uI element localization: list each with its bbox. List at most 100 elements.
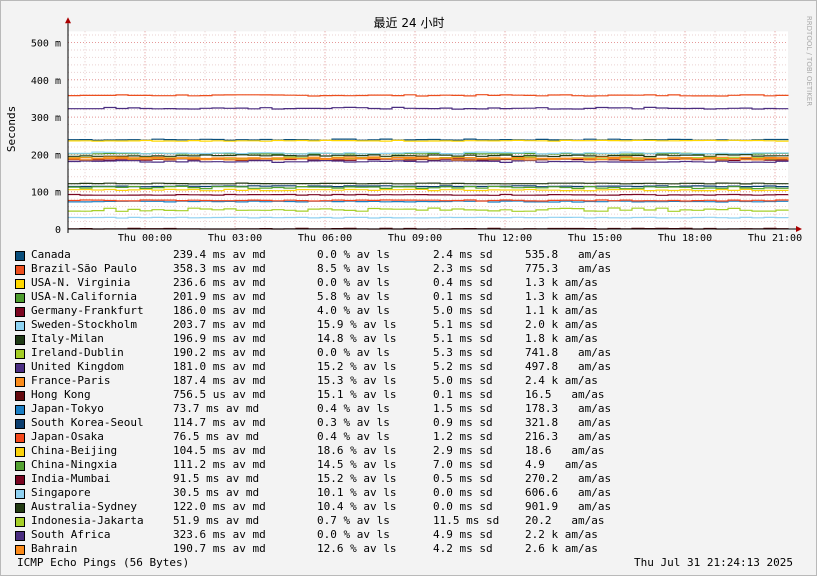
legend-sd: 1.5 ms sd	[433, 402, 493, 415]
legend-amas: 16.5 am/as	[525, 388, 605, 401]
legend-avg: 76.5 ms av md	[173, 430, 260, 443]
legend-name: France-Paris	[31, 374, 111, 387]
legend-swatch	[15, 447, 25, 457]
legend-swatch	[15, 321, 25, 331]
series-line-2	[68, 139, 789, 142]
legend-swatch	[15, 279, 25, 289]
legend-name: China-Ningxia	[31, 458, 118, 471]
latency-chart: 0 100 m 200 m 300 m 400 m 500 m Thu 00:00 Thu 0…	[5, 16, 813, 244]
legend-amas: 2.2 k am/as	[525, 528, 598, 541]
y-axis-arrow	[65, 17, 71, 24]
series-line-17	[68, 216, 789, 219]
legend-sd: 11.5 ms sd	[433, 514, 500, 527]
legend-name: South Korea-Seoul	[31, 416, 144, 429]
legend-sd: 5.1 ms sd	[433, 332, 493, 345]
y-tick-label: 400 m	[31, 76, 61, 87]
footer-title: ICMP Echo Pings (56 Bytes)	[17, 556, 190, 569]
series-line-14	[68, 188, 789, 192]
legend-loss: 0.0 % av ls	[317, 276, 390, 289]
legend-sd: 0.0 ms sd	[433, 500, 493, 513]
legend-loss: 0.0 % av ls	[317, 248, 390, 261]
legend-loss: 0.7 % av ls	[317, 514, 390, 527]
legend-loss: 15.2 % av ls	[317, 360, 397, 373]
legend-swatch	[15, 335, 25, 345]
legend-name: Indonesia-Jakarta	[31, 514, 144, 527]
legend-sd: 4.2 ms sd	[433, 542, 493, 555]
legend-swatch	[15, 531, 25, 541]
legend-amas: 1.8 k am/as	[525, 332, 598, 345]
legend-name: India-Mumbai	[31, 472, 111, 485]
legend-swatch	[15, 517, 25, 527]
legend-avg: 190.7 ms av md	[173, 542, 266, 555]
legend-amas: 18.6 am/as	[525, 444, 605, 457]
legend-loss: 15.9 % av ls	[317, 318, 397, 331]
legend-name: Germany-Frankfurt	[31, 304, 144, 317]
legend-swatch	[15, 503, 25, 513]
y-axis-label: Seconds	[5, 106, 18, 152]
legend-avg: 122.0 ms av md	[173, 500, 266, 513]
legend-amas: 270.2 am/as	[525, 472, 612, 485]
y-tick-label: 500 m	[31, 39, 61, 50]
legend-sd: 5.0 ms sd	[433, 304, 493, 317]
x-axis-arrow	[796, 226, 802, 232]
legend-amas: 20.2 am/as	[525, 514, 605, 527]
legend-loss: 0.3 % av ls	[317, 416, 390, 429]
legend-avg: 114.7 ms av md	[173, 416, 266, 429]
legend-avg: 203.7 ms av md	[173, 318, 266, 331]
series-line-18	[68, 182, 789, 185]
legend-loss: 8.5 % av ls	[317, 262, 390, 275]
legend-name: Japan-Osaka	[31, 430, 104, 443]
legend-amas: 901.9 am/as	[525, 500, 612, 513]
x-tick-label: Thu 06:00	[298, 233, 352, 244]
legend-avg: 51.9 ms av md	[173, 514, 260, 527]
legend-swatch	[15, 363, 25, 373]
legend-amas: 1.1 k am/as	[525, 304, 598, 317]
legend-name: Bahrain	[31, 542, 78, 555]
legend-loss: 4.0 % av ls	[317, 304, 390, 317]
legend-sd: 0.5 ms sd	[433, 472, 493, 485]
legend-amas: 4.9 am/as	[525, 458, 598, 471]
x-tick-label: Thu 03:00	[208, 233, 262, 244]
chart-title: 最近 24 小时	[374, 16, 445, 30]
y-tick-label: 300 m	[31, 113, 61, 124]
legend-avg: 358.3 ms av md	[173, 262, 266, 275]
legend-name: Hong Kong	[31, 388, 91, 401]
legend-sd: 2.3 ms sd	[433, 262, 493, 275]
legend-loss: 12.6 % av ls	[317, 542, 397, 555]
legend-amas: 1.3 k am/as	[525, 290, 598, 303]
legend-swatch	[15, 349, 25, 359]
legend-name: Australia-Sydney	[31, 500, 137, 513]
legend-loss: 10.4 % av ls	[317, 500, 397, 513]
legend-avg: 30.5 ms av md	[173, 486, 260, 499]
legend-avg: 196.9 ms av md	[173, 332, 266, 345]
legend-loss: 14.8 % av ls	[317, 332, 397, 345]
legend-sd: 5.0 ms sd	[433, 374, 493, 387]
y-tick-label: 200 m	[31, 150, 61, 161]
legend-avg: 91.5 ms av md	[173, 472, 260, 485]
legend-sd: 7.0 ms sd	[433, 458, 493, 471]
legend-name: United Kingdom	[31, 360, 124, 373]
legend-loss: 10.1 % av ls	[317, 486, 397, 499]
legend-avg: 236.6 ms av md	[173, 276, 266, 289]
legend-avg: 181.0 ms av md	[173, 360, 266, 373]
legend-avg: 201.9 ms av md	[173, 290, 266, 303]
legend-sd: 5.2 ms sd	[433, 360, 493, 373]
graph-frame: 0 100 m 200 m 300 m 400 m 500 m Thu 00:00 Thu 0…	[0, 0, 817, 576]
legend-swatch	[15, 265, 25, 275]
legend-name: Ireland-Dublin	[31, 346, 124, 359]
legend-avg: 187.4 ms av md	[173, 374, 266, 387]
legend-amas: 497.8 am/as	[525, 360, 612, 373]
legend-sd: 0.9 ms sd	[433, 416, 493, 429]
legend-loss: 0.4 % av ls	[317, 430, 390, 443]
legend-sd: 5.3 ms sd	[433, 346, 493, 359]
legend-amas: 775.3 am/as	[525, 262, 612, 275]
legend-amas: 216.3 am/as	[525, 430, 612, 443]
legend-sd: 1.2 ms sd	[433, 430, 493, 443]
legend-amas: 741.8 am/as	[525, 346, 612, 359]
x-tick-label: Thu 21:00	[748, 233, 802, 244]
legend-sd: 0.0 ms sd	[433, 486, 493, 499]
y-tick-label: 0	[55, 225, 61, 236]
legend-name: USA-N.California	[31, 290, 137, 303]
y-tick-label: 100 m	[31, 188, 61, 199]
legend-amas: 606.6 am/as	[525, 486, 612, 499]
